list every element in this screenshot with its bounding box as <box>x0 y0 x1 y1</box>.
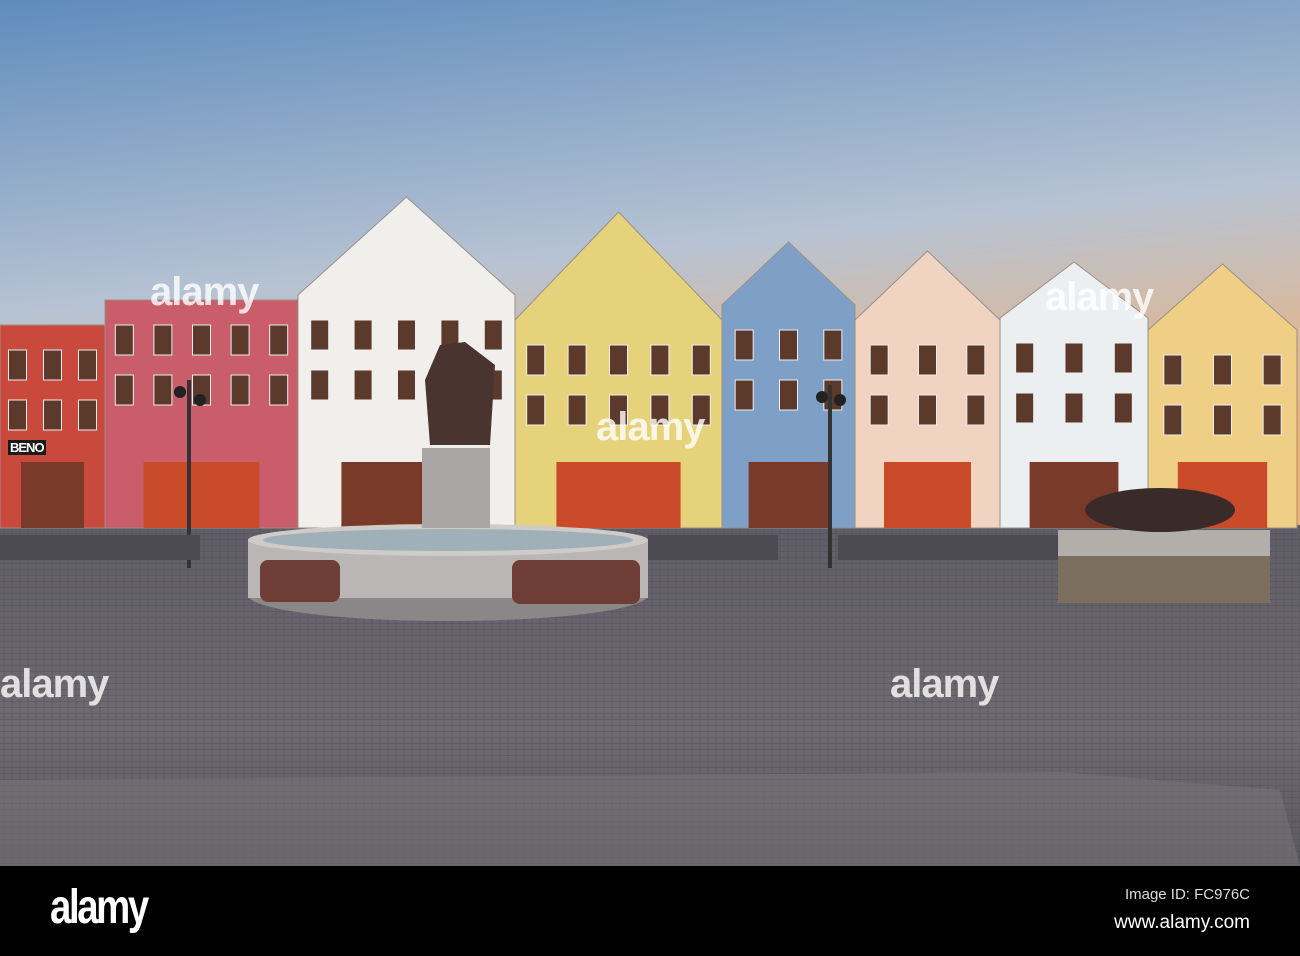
window <box>691 344 711 376</box>
window <box>153 324 173 356</box>
alamy-logo: alamy <box>50 881 149 934</box>
window <box>918 394 937 426</box>
window <box>567 344 587 376</box>
window <box>269 374 289 406</box>
window <box>397 319 416 351</box>
watermark-text: alamy <box>1045 275 1154 319</box>
window <box>310 369 330 401</box>
window <box>353 369 373 401</box>
window <box>734 329 754 361</box>
website-link[interactable]: www.alamy.com <box>1114 912 1250 934</box>
window <box>1213 404 1232 436</box>
window <box>230 374 250 406</box>
window <box>1113 392 1133 424</box>
window <box>650 344 670 376</box>
window <box>918 344 937 376</box>
window <box>8 399 27 431</box>
window <box>567 394 587 426</box>
window <box>1015 392 1035 424</box>
window <box>1163 354 1183 386</box>
window <box>310 319 330 351</box>
shop-front <box>884 462 971 528</box>
window <box>8 349 27 381</box>
image-id: Image ID: FC976C <box>1124 886 1250 903</box>
window <box>1262 354 1282 386</box>
window <box>1015 342 1035 374</box>
window <box>966 394 986 426</box>
window <box>483 319 503 351</box>
shop-front <box>556 462 681 528</box>
window <box>269 324 289 356</box>
shop-sign: BENO <box>8 440 46 455</box>
window <box>78 349 97 381</box>
window <box>869 344 889 376</box>
window <box>43 349 62 381</box>
watermark-text: alamy <box>150 270 259 314</box>
window <box>779 329 798 361</box>
window <box>869 394 889 426</box>
window <box>526 394 546 426</box>
footer-bar: alamy Image ID: FC976C www.alamy.com <box>0 866 1300 956</box>
window <box>1163 404 1183 436</box>
shop-front <box>748 462 829 528</box>
window <box>779 379 798 411</box>
window <box>609 344 628 376</box>
window <box>78 399 97 431</box>
window <box>114 324 134 356</box>
window <box>734 379 754 411</box>
window <box>1262 404 1282 436</box>
window <box>1064 392 1084 424</box>
watermark-text: alamy <box>596 405 705 449</box>
window <box>823 329 843 361</box>
window <box>526 344 546 376</box>
window <box>1213 354 1232 386</box>
window <box>192 324 211 356</box>
shop-front <box>21 462 84 528</box>
window <box>43 399 62 431</box>
window <box>1113 342 1133 374</box>
window <box>230 324 250 356</box>
window <box>114 374 134 406</box>
window <box>966 344 986 376</box>
watermark-text: alamy <box>0 662 109 706</box>
window <box>1064 342 1084 374</box>
window <box>353 319 373 351</box>
window <box>397 369 416 401</box>
stone-slab-band <box>0 772 1300 866</box>
watermark-text: alamy <box>890 662 999 706</box>
shop-front <box>143 462 260 528</box>
window <box>153 374 173 406</box>
